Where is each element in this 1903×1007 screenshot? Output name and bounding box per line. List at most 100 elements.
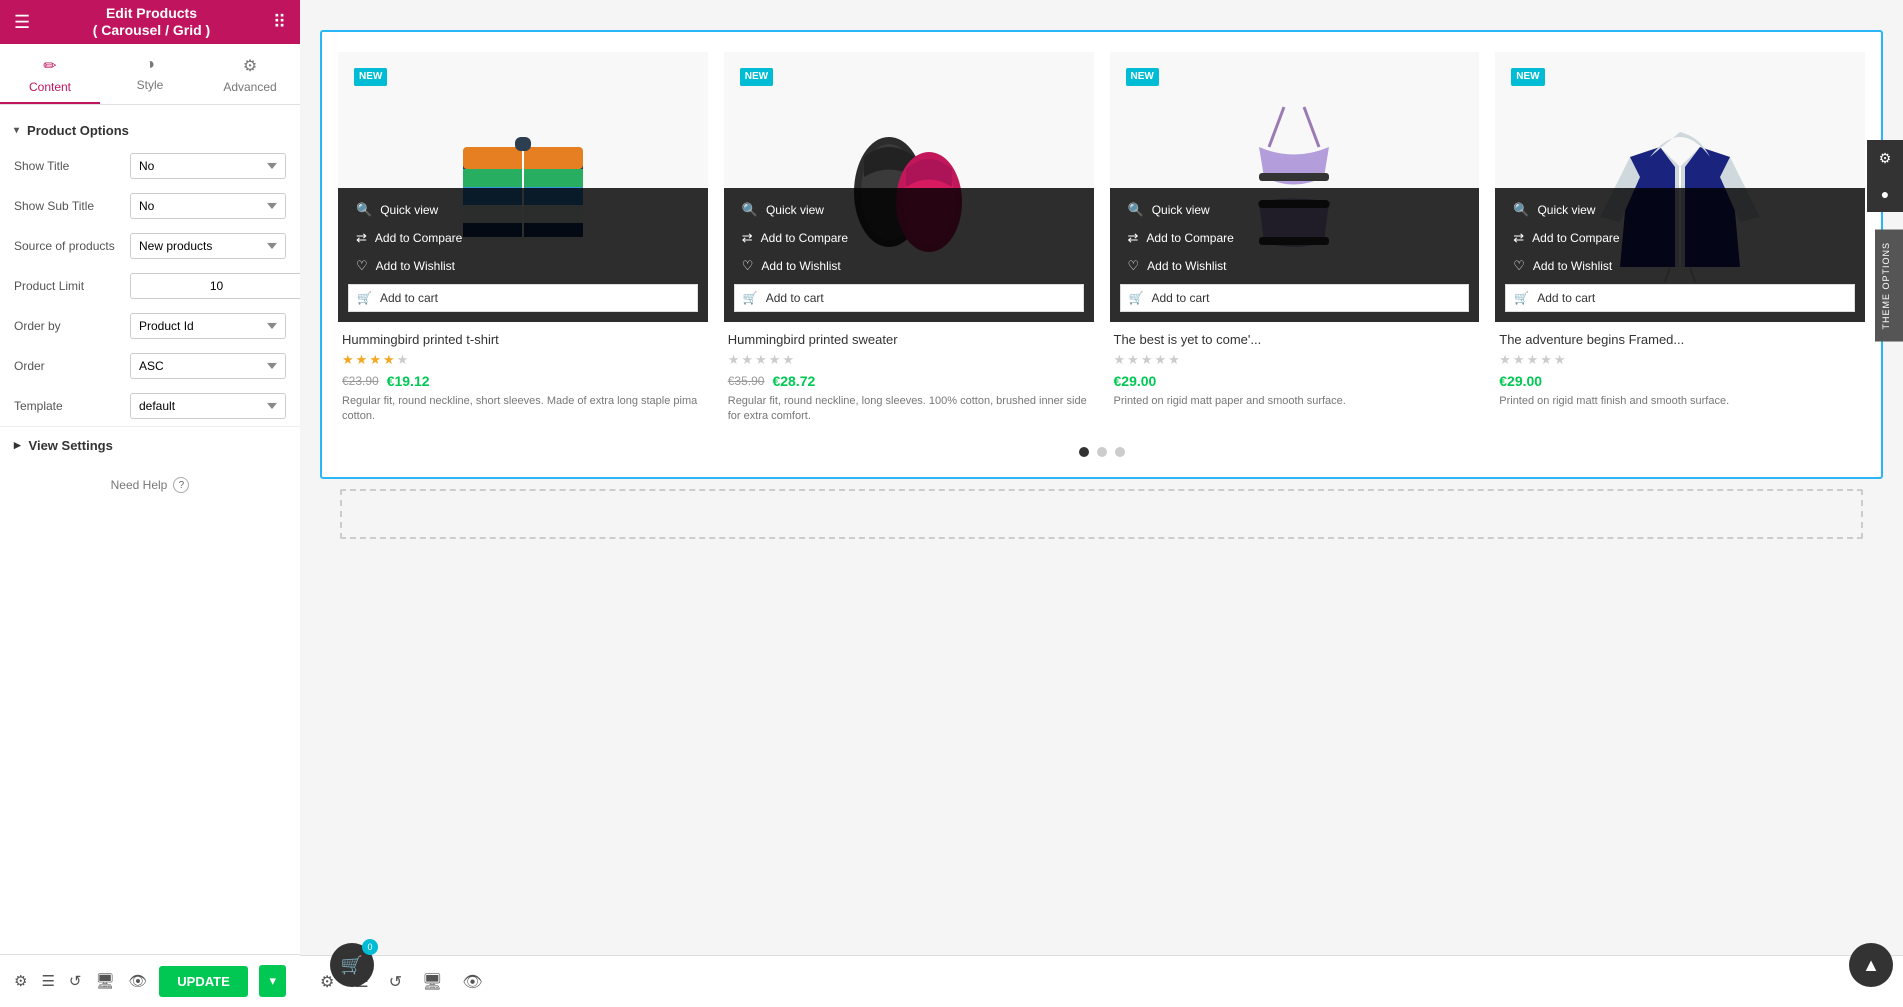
show-title-select[interactable]: No Yes: [130, 153, 286, 179]
add-to-cart-btn-3[interactable]: 🛒 Add to cart: [1120, 284, 1470, 312]
product-card-3: NEW 🔍 Quick view ⇄ Add to Compare: [1110, 52, 1480, 431]
update-button[interactable]: UPDATE: [159, 966, 247, 997]
cart-icon-4: 🛒: [1514, 291, 1529, 305]
badge-new-1: NEW: [354, 68, 387, 86]
carousel-dots: [338, 431, 1865, 461]
add-to-compare-btn-2[interactable]: ⇄ Add to Compare: [734, 226, 1084, 250]
view-settings-arrow: ▸: [14, 437, 21, 453]
dot-2[interactable]: [1097, 447, 1107, 457]
product-name-3: The best is yet to come'...: [1114, 332, 1476, 347]
side-circle-button[interactable]: ●: [1867, 176, 1903, 212]
compare-icon-4: ⇄: [1513, 230, 1524, 246]
dashed-drop-area: [340, 489, 1863, 539]
tab-advanced[interactable]: ⚙ Advanced: [200, 44, 300, 104]
product-desc-2: Regular fit, round neckline, long sleeve…: [728, 394, 1090, 425]
show-title-row: Show Title No Yes: [0, 146, 300, 186]
product-info-1: Hummingbird printed t-shirt ★ ★ ★ ★ ★ €2…: [338, 322, 708, 431]
show-title-label: Show Title: [14, 159, 124, 173]
add-to-compare-btn-3[interactable]: ⇄ Add to Compare: [1120, 226, 1470, 250]
template-select[interactable]: default: [130, 393, 286, 419]
product-rating-4: ★ ★ ★ ★ ★: [1499, 352, 1861, 368]
source-of-products-select[interactable]: New products Featured products Best sell…: [130, 233, 286, 259]
product-desc-4: Printed on rigid matt finish and smooth …: [1499, 394, 1861, 409]
product-name-2: Hummingbird printed sweater: [728, 332, 1090, 347]
quick-view-btn-2[interactable]: 🔍 Quick view: [734, 198, 1084, 222]
heart-icon-2: ♡: [742, 258, 754, 274]
add-to-wishlist-btn-2[interactable]: ♡ Add to Wishlist: [734, 254, 1084, 278]
add-to-compare-btn-1[interactable]: ⇄ Add to Compare: [348, 226, 698, 250]
style-icon: ◑: [145, 56, 155, 74]
product-limit-input[interactable]: [130, 273, 300, 299]
product-card-2: -20% NEW 🔍 Quick view ⇄ Add to Compare: [724, 52, 1094, 431]
product-desc-3: Printed on rigid matt paper and smooth s…: [1114, 394, 1476, 409]
product-info-2: Hummingbird printed sweater ★ ★ ★ ★ ★ €3…: [724, 322, 1094, 431]
cart-icon-3: 🛒: [1129, 291, 1144, 305]
order-by-row: Order by Product Id Name Price: [0, 306, 300, 346]
add-to-cart-btn-4[interactable]: 🛒 Add to cart: [1505, 284, 1855, 312]
history-icon[interactable]: ↺: [69, 972, 82, 990]
add-to-wishlist-btn-3[interactable]: ♡ Add to Wishlist: [1120, 254, 1470, 278]
panel-footer: ⚙ ☰ ↺ 🖥 👁 UPDATE ▾: [0, 954, 300, 1007]
canvas-area: -20% NEW 🔍 Quick view ⇄ Add to Compare: [300, 0, 1903, 955]
show-sub-title-label: Show Sub Title: [14, 199, 124, 213]
add-to-wishlist-btn-1[interactable]: ♡ Add to Wishlist: [348, 254, 698, 278]
layers-icon[interactable]: ☰: [41, 972, 54, 990]
content-icon: ✏: [43, 56, 56, 76]
product-info-3: The best is yet to come'... ★ ★ ★ ★ ★ €2…: [1110, 322, 1480, 415]
bottom-history-icon[interactable]: ↺: [389, 972, 402, 992]
need-help[interactable]: Need Help ?: [0, 463, 300, 507]
tab-style[interactable]: ◑ Style: [100, 44, 200, 104]
product-options-section[interactable]: ▾ Product Options: [0, 115, 300, 146]
quick-view-btn-1[interactable]: 🔍 Quick view: [348, 198, 698, 222]
compare-icon-3: ⇄: [1128, 230, 1139, 246]
panel-tabs: ✏ Content ◑ Style ⚙ Advanced: [0, 44, 300, 105]
scroll-top-button[interactable]: ▲: [1849, 943, 1893, 987]
dot-1[interactable]: [1079, 447, 1089, 457]
grid-icon[interactable]: ⠿: [273, 12, 286, 33]
hamburger-icon[interactable]: ☰: [14, 12, 30, 33]
badge-new-4: NEW: [1511, 68, 1544, 86]
template-row: Template default: [0, 386, 300, 426]
add-to-wishlist-btn-4[interactable]: ♡ Add to Wishlist: [1505, 254, 1855, 278]
order-by-select[interactable]: Product Id Name Price: [130, 313, 286, 339]
tab-content[interactable]: ✏ Content: [0, 44, 100, 104]
view-settings-section[interactable]: ▸ View Settings: [0, 426, 300, 463]
product-image-wrap-4: NEW 🔍 Quick view ⇄ Add to Compare: [1495, 52, 1865, 322]
product-image-wrap-3: NEW 🔍 Quick view ⇄ Add to Compare: [1110, 52, 1480, 322]
order-select[interactable]: ASC DESC: [130, 353, 286, 379]
side-gear-button[interactable]: ⚙: [1867, 140, 1903, 176]
badge-new-3: NEW: [1126, 68, 1159, 86]
cart-icon-2: 🛒: [743, 291, 758, 305]
product-name-4: The adventure begins Framed...: [1499, 332, 1861, 347]
cart-bubble[interactable]: 🛒 0: [330, 943, 374, 987]
update-arrow-button[interactable]: ▾: [259, 965, 286, 997]
quick-view-btn-3[interactable]: 🔍 Quick view: [1120, 198, 1470, 222]
order-row: Order ASC DESC: [0, 346, 300, 386]
compare-icon-2: ⇄: [742, 230, 753, 246]
add-to-cart-btn-1[interactable]: 🛒 Add to cart: [348, 284, 698, 312]
product-price-3: €29.00: [1114, 373, 1476, 389]
product-image-wrap-2: -20% NEW 🔍 Quick view ⇄ Add to Compare: [724, 52, 1094, 322]
product-info-4: The adventure begins Framed... ★ ★ ★ ★ ★…: [1495, 322, 1865, 415]
bottom-desktop-icon[interactable]: 🖥: [422, 972, 442, 992]
bottom-eye-icon[interactable]: 👁: [462, 972, 482, 992]
bottom-bar: ⚙ ☰ ↺ 🖥 👁: [300, 955, 1903, 1007]
add-to-compare-btn-4[interactable]: ⇄ Add to Compare: [1505, 226, 1855, 250]
section-arrow: ▾: [14, 125, 19, 136]
compare-icon-1: ⇄: [356, 230, 367, 246]
eye-icon[interactable]: 👁: [129, 972, 148, 990]
theme-options-button[interactable]: THEME OPTIONS: [1875, 230, 1903, 342]
product-rating-2: ★ ★ ★ ★ ★: [728, 352, 1090, 368]
settings-icon[interactable]: ⚙: [14, 972, 27, 990]
show-sub-title-select[interactable]: No Yes: [130, 193, 286, 219]
panel-header: ☰ Edit Products ( Carousel / Grid ) ⠿: [0, 0, 300, 44]
add-to-cart-btn-2[interactable]: 🛒 Add to cart: [734, 284, 1084, 312]
cart-icon-1: 🛒: [357, 291, 372, 305]
scroll-top-icon: ▲: [1862, 955, 1880, 976]
dot-3[interactable]: [1115, 447, 1125, 457]
heart-icon-3: ♡: [1128, 258, 1140, 274]
quick-view-btn-4[interactable]: 🔍 Quick view: [1505, 198, 1855, 222]
desktop-icon[interactable]: 🖥: [95, 972, 114, 990]
search-icon-2: 🔍: [742, 202, 758, 218]
product-overlay-1: 🔍 Quick view ⇄ Add to Compare ♡ Add to W…: [338, 188, 708, 322]
